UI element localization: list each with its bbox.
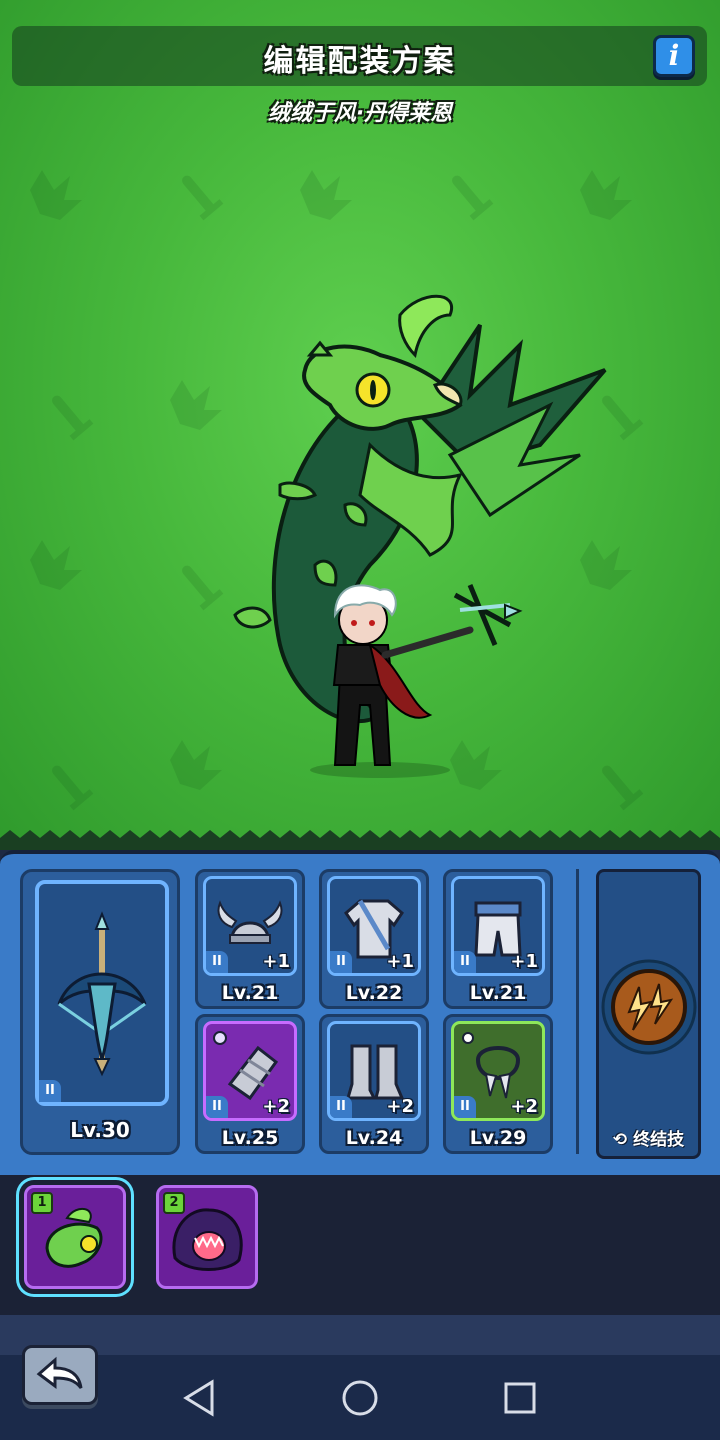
enhance-bonus: +1: [386, 951, 414, 972]
enhance-bonus: +1: [510, 951, 538, 972]
pet-slot-2[interactable]: 2: [156, 1185, 258, 1289]
panel-top-edge: [0, 830, 720, 850]
tier-badge: II: [330, 951, 352, 973]
tier-badge: II: [454, 951, 476, 973]
back-arrow-icon: [36, 1356, 83, 1389]
enhance-bonus: +2: [386, 1096, 414, 1117]
equip-slot-helmet[interactable]: II +1 Lv.21: [195, 869, 305, 1009]
ultimate-label-text: 终结技: [633, 1130, 685, 1150]
nav-home-icon[interactable]: [338, 1376, 382, 1420]
crossbow-icon: [57, 911, 147, 1077]
pet-slot-1[interactable]: 1: [24, 1185, 126, 1289]
title-bar: 编辑配装方案: [12, 26, 707, 86]
tier-badge: II: [330, 1096, 352, 1118]
enhance-bonus: +2: [510, 1096, 538, 1117]
equip-slot-gauntlet[interactable]: II +2 Lv.25: [195, 1014, 305, 1154]
equip-level: Lv.29: [469, 1127, 527, 1149]
weapon-level: Lv.30: [70, 1118, 130, 1142]
equip-level: Lv.22: [345, 982, 403, 1004]
enhance-bonus: +1: [262, 951, 290, 972]
page-title: 编辑配装方案: [263, 44, 456, 79]
equip-slot-boots[interactable]: II +2 Lv.24: [319, 1014, 429, 1154]
slot-frame: II +2: [451, 1021, 545, 1121]
panel-divider: [576, 869, 579, 1154]
nav-recents-icon[interactable]: [498, 1376, 542, 1420]
slot-frame: II +1: [203, 876, 297, 976]
pet-selector: 1 2: [0, 1175, 720, 1315]
slot-frame: II +2: [327, 1021, 421, 1121]
weapon-slot[interactable]: II Lv.30: [20, 869, 180, 1155]
pet-number-badge: 2: [163, 1192, 185, 1214]
slot-frame: II +1: [451, 876, 545, 976]
loadout-subtitle: 绒绒于风·丹得莱恩: [267, 101, 453, 126]
equip-level: Lv.21: [469, 982, 527, 1004]
swap-icon: ⟲: [612, 1130, 628, 1150]
nav-back-icon[interactable]: [178, 1376, 222, 1420]
pet-number-badge: 1: [31, 1192, 53, 1214]
equip-slot-chest[interactable]: II +1 Lv.22: [319, 869, 429, 1009]
tier-badge: II: [454, 1096, 476, 1118]
enhance-bonus: +2: [262, 1096, 290, 1117]
hero-stage: 编辑配装方案 绒绒于风·丹得莱恩 i: [0, 0, 720, 850]
slot-frame: II +1: [327, 876, 421, 976]
ultimate-label: ⟲ 终结技: [599, 1125, 698, 1150]
bottom-strip: [0, 1315, 720, 1355]
lightning-orb-icon: [601, 959, 697, 1055]
equip-slot-legs[interactable]: II +1 Lv.21: [443, 869, 553, 1009]
equip-slot-necklace[interactable]: II +2 Lv.29: [443, 1014, 553, 1154]
tier-badge: II: [206, 951, 228, 973]
weapon-frame: II: [35, 880, 169, 1106]
equip-level: Lv.21: [221, 982, 279, 1004]
ultimate-skill-slot[interactable]: ⟲ 终结技: [596, 869, 701, 1159]
equip-level: Lv.25: [221, 1127, 279, 1149]
equipment-panel: II Lv.30 II +1 Lv.21 II +1 Lv.22 II +1 L…: [0, 850, 720, 1175]
weapon-tier-badge: II: [39, 1080, 61, 1102]
hero-with-dragon-pet: [233, 294, 607, 778]
equip-level: Lv.24: [345, 1127, 403, 1149]
back-button[interactable]: [22, 1345, 98, 1405]
tier-badge: II: [206, 1096, 228, 1118]
info-button[interactable]: i: [653, 35, 695, 77]
slot-frame: II +2: [203, 1021, 297, 1121]
